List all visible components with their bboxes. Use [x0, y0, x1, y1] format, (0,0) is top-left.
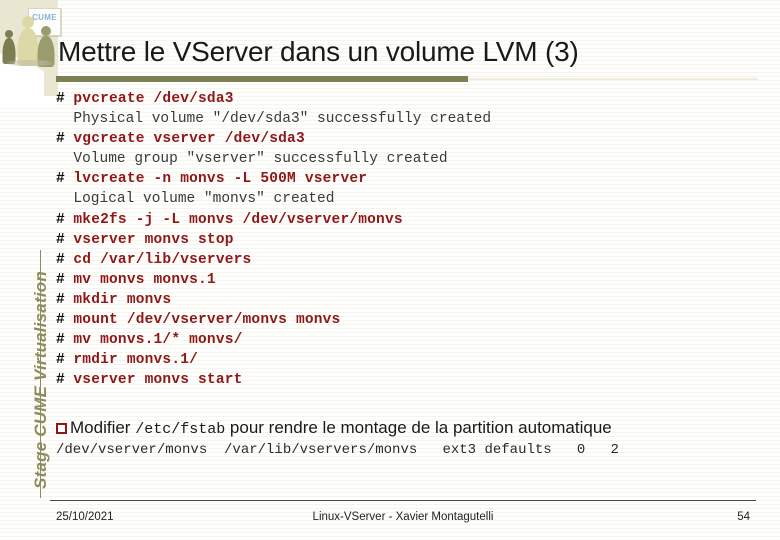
- footer-divider: [50, 500, 756, 501]
- bullet-text-part1: Modifier: [70, 418, 136, 437]
- open-square-bullet-icon: [56, 423, 67, 434]
- terminal-command-line: # mke2fs -j -L monvs /dev/vserver/monvs: [56, 210, 756, 230]
- terminal-command-line: # vgcreate vserver /dev/sda3: [56, 129, 756, 149]
- sidebar-vertical-label: Stage CUME Virtualisation: [31, 255, 51, 505]
- shell-command-text: mke2fs -j -L monvs /dev/vserver/monvs: [73, 211, 403, 228]
- title-underline-bar-light: [468, 78, 758, 80]
- terminal-output-line: Volume group "vserver" successfully crea…: [56, 149, 756, 169]
- shell-prompt: #: [56, 251, 74, 268]
- shell-output-text: Physical volume "/dev/sda3" successfully…: [56, 111, 492, 128]
- shell-command-text: vgcreate vserver /dev/sda3: [73, 131, 305, 148]
- terminal-transcript: # pvcreate /dev/sda3 Physical volume "/d…: [56, 89, 756, 390]
- bullet-paragraph: Modifier /etc/fstab pour rendre le monta…: [56, 418, 756, 438]
- shell-command-text: vserver monvs start: [73, 372, 243, 389]
- person-head: [5, 30, 13, 38]
- person-figure-left-icon: [2, 30, 16, 64]
- shell-prompt: #: [56, 291, 74, 308]
- shell-prompt: #: [56, 332, 74, 349]
- person-head: [22, 16, 34, 28]
- shell-command-text: cd /var/lib/vservers: [73, 251, 252, 268]
- shell-prompt: #: [56, 372, 74, 389]
- shell-prompt: #: [56, 312, 74, 329]
- terminal-command-line: # mkdir monvs: [56, 290, 756, 310]
- shell-command-text: mkdir monvs: [73, 291, 172, 308]
- terminal-output-line: Physical volume "/dev/sda3" successfully…: [56, 109, 756, 129]
- title-underline-bar: [56, 76, 468, 82]
- person-figure-center-icon: [17, 16, 39, 66]
- bullet-text-mono: /etc/fstab: [135, 421, 226, 438]
- terminal-command-line: # cd /var/lib/vservers: [56, 250, 756, 270]
- shell-command-text: mount /dev/vserver/monvs monvs: [73, 312, 341, 329]
- bullet-text-part2: pour rendre le montage de la partition a…: [225, 418, 612, 437]
- fstab-entry-line: /dev/vserver/monvs /var/lib/vservers/mon…: [56, 442, 619, 458]
- shell-prompt: #: [56, 352, 74, 369]
- cume-logo: CUME: [1, 2, 61, 67]
- shell-command-text: lvcreate -n monvs -L 500M vserver: [73, 171, 368, 188]
- slide-canvas: CUME Stage CUME Virtualisation Mettre le…: [0, 0, 780, 540]
- shell-output-text: Logical volume "monvs" created: [56, 191, 335, 208]
- page-title: Mettre le VServer dans un volume LVM (3): [58, 36, 579, 67]
- shell-command-text: mv monvs.1/* monvs/: [73, 332, 243, 349]
- logo-shadow: [3, 60, 57, 66]
- footer-page-number: 54: [737, 511, 750, 523]
- shell-prompt: #: [56, 91, 74, 107]
- shell-prompt: #: [56, 231, 74, 248]
- shell-command-text: mv monvs monvs.1: [73, 271, 216, 288]
- shell-prompt: #: [56, 211, 74, 228]
- terminal-output-line: Logical volume "monvs" created: [56, 189, 756, 209]
- terminal-command-line: # mount /dev/vserver/monvs monvs: [56, 310, 756, 330]
- terminal-command-line: # rmdir monvs.1/: [56, 350, 756, 370]
- terminal-command-line: # mv monvs monvs.1: [56, 270, 756, 290]
- shell-command-text: pvcreate /dev/sda3: [73, 91, 234, 107]
- sidebar-divider: [40, 250, 41, 498]
- shell-prompt: #: [56, 271, 74, 288]
- terminal-command-line: # lvcreate -n monvs -L 500M vserver: [56, 169, 756, 189]
- terminal-command-line: # vserver monvs stop: [56, 230, 756, 250]
- shell-prompt: #: [56, 131, 74, 148]
- person-head: [41, 26, 51, 36]
- terminal-command-line: # mv monvs.1/* monvs/: [56, 330, 756, 350]
- shell-command-text: rmdir monvs.1/: [73, 352, 199, 369]
- terminal-command-line: # pvcreate /dev/sda3: [56, 89, 756, 109]
- shell-prompt: #: [56, 171, 74, 188]
- shell-output-text: Volume group "vserver" successfully crea…: [56, 151, 448, 168]
- terminal-command-line: # vserver monvs start: [56, 370, 756, 390]
- shell-command-text: vserver monvs stop: [73, 231, 234, 248]
- footer-title: Linux-VServer - Xavier Montagutelli: [312, 511, 494, 523]
- slide-footer: 25/10/2021 Linux-VServer - Xavier Montag…: [50, 508, 756, 530]
